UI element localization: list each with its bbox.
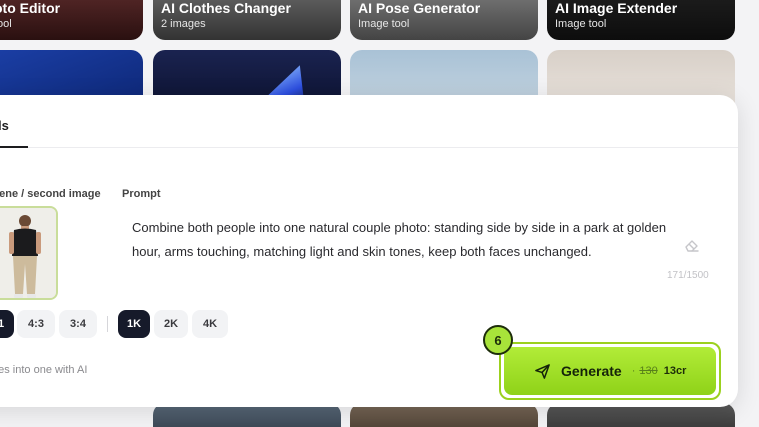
- card-subtitle: tool: [0, 18, 12, 30]
- card-title: AI Pose Generator: [358, 0, 481, 16]
- card-subtitle: Image tool: [555, 18, 607, 30]
- send-icon: [535, 363, 550, 379]
- prompt-textarea[interactable]: Combine both people into one natural cou…: [132, 216, 672, 264]
- tool-description: ges into one with AI: [0, 364, 88, 376]
- old-cost: 130: [639, 365, 658, 377]
- card-title: AI Image Extender: [555, 0, 678, 16]
- gallery-card-image-extender[interactable]: AI Image Extender Image tool: [547, 0, 735, 40]
- character-count: 171/1500: [667, 270, 709, 281]
- gallery-card-pose-generator[interactable]: AI Pose Generator Image tool: [350, 0, 538, 40]
- cost-separator: ·: [631, 365, 636, 377]
- prompt-label: Prompt: [122, 188, 161, 200]
- card-subtitle: Image tool: [358, 18, 410, 30]
- generate-button-highlight: Generate · 130 13cr: [499, 342, 721, 400]
- gallery-card-clothes-changer[interactable]: AI Clothes Changer 2 images: [153, 0, 341, 40]
- tab-bar: ls: [0, 95, 738, 148]
- option-divider: [107, 316, 108, 332]
- card-title: oto Editor: [0, 0, 61, 16]
- eraser-icon[interactable]: [683, 236, 701, 254]
- quality-option-4k[interactable]: 4K: [192, 310, 228, 338]
- card-subtitle: 2 images: [161, 18, 206, 30]
- person-photo: [0, 208, 56, 298]
- aspect-option-3-4[interactable]: 3:4: [59, 310, 97, 338]
- generate-label: Generate: [561, 363, 622, 379]
- quality-option-1k[interactable]: 1K: [118, 310, 150, 338]
- gallery-card-photo-editor[interactable]: oto Editor tool: [0, 0, 143, 40]
- step-badge: 6: [483, 325, 513, 355]
- credit-cost: 13cr: [663, 365, 687, 377]
- aspect-option-1[interactable]: 1: [0, 310, 14, 338]
- generate-button[interactable]: Generate · 130 13cr: [504, 347, 716, 395]
- aspect-option-4-3[interactable]: 4:3: [17, 310, 55, 338]
- scene-image-thumbnail[interactable]: [0, 206, 58, 300]
- quality-option-2k[interactable]: 2K: [154, 310, 188, 338]
- tab-active-indicator: [0, 146, 28, 148]
- scene-image-label: cene / second image: [0, 188, 101, 200]
- card-title: AI Clothes Changer: [161, 0, 291, 16]
- tab-details[interactable]: ls: [0, 118, 9, 133]
